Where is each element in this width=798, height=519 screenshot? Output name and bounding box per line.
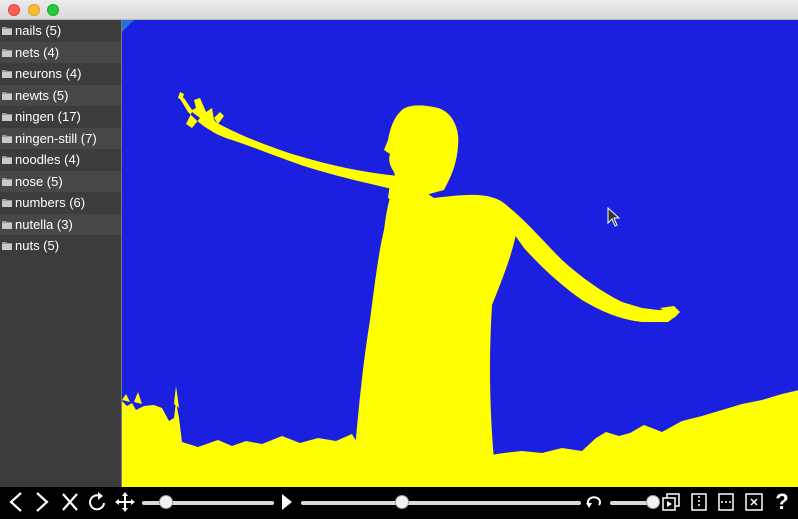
folder-icon	[2, 48, 12, 57]
folder-icon	[2, 134, 12, 143]
sidebar-item-label: nails (5)	[15, 23, 62, 38]
loop-button[interactable]	[584, 490, 604, 514]
folder-icon	[2, 27, 12, 35]
folder-list: nails (5) nets (4) neurons (4) newts (5)…	[0, 20, 121, 487]
previous-button[interactable]	[6, 490, 26, 514]
split-vertical-icon	[691, 493, 707, 511]
sidebar-item-label: nose (5)	[15, 173, 63, 189]
sidebar-item-label: newts (5)	[15, 87, 69, 103]
close-window-button[interactable]	[8, 4, 20, 16]
zoom-slider-knob[interactable]	[158, 495, 173, 509]
sidebar-item-nose[interactable]: nose (5)	[0, 170, 121, 192]
sidebar-item-numbers[interactable]: numbers (6)	[0, 192, 121, 214]
play-button[interactable]	[279, 490, 295, 514]
timeline-slider-knob[interactable]	[394, 495, 409, 509]
slideshow-icon	[662, 493, 680, 511]
slideshow-button[interactable]	[661, 490, 681, 514]
play-icon	[282, 494, 292, 510]
maximize-window-button[interactable]	[47, 4, 59, 16]
sidebar-item-neurons[interactable]: neurons (4)	[0, 63, 121, 85]
move-button[interactable]	[115, 490, 135, 514]
image-viewer[interactable]	[121, 20, 798, 487]
folder-icon	[2, 177, 12, 186]
sidebar-item-nuts[interactable]: nuts (5)	[0, 235, 121, 257]
sidebar-item-nails[interactable]: nails (5)	[0, 20, 121, 42]
split-horizontal-button[interactable]	[717, 490, 735, 514]
move-icon	[115, 492, 135, 512]
sidebar-item-nets[interactable]: nets (4)	[0, 41, 121, 63]
close-split-button[interactable]	[744, 490, 764, 514]
folder-icon	[2, 220, 12, 229]
window-titlebar	[0, 0, 798, 20]
sidebar-item-nutella[interactable]: nutella (3)	[0, 213, 121, 235]
sidebar-item-ningen[interactable]: ningen (17)	[0, 106, 121, 128]
folder-icon	[2, 113, 12, 121]
folder-icon	[2, 70, 12, 78]
rotate-button[interactable]	[87, 490, 109, 514]
sidebar-item-label: neurons (4)	[15, 66, 82, 81]
split-vertical-button[interactable]	[690, 490, 708, 514]
sidebar-item-newts[interactable]: newts (5)	[0, 84, 121, 106]
sidebar-item-label: nuts (5)	[15, 238, 60, 253]
help-button[interactable]: ?	[773, 490, 791, 514]
close-icon	[62, 493, 78, 511]
folder-icon	[2, 242, 12, 250]
mouse-pointer-icon	[607, 207, 621, 227]
sidebar-item-noodles[interactable]: noodles (4)	[0, 149, 121, 171]
folder-icon	[2, 91, 12, 100]
chevron-right-icon	[36, 492, 49, 512]
sidebar-item-label: ningen (17)	[15, 109, 81, 124]
chevron-left-icon	[9, 492, 22, 512]
sidebar-item-ningen-still[interactable]: ningen-still (7)	[0, 127, 121, 149]
sidebar-item-label: numbers (6)	[15, 195, 86, 210]
rotate-icon	[89, 492, 105, 511]
close-split-icon	[745, 493, 763, 511]
close-image-button[interactable]	[60, 490, 80, 514]
folder-icon	[2, 199, 12, 207]
sidebar-item-label: nets (4)	[15, 44, 60, 60]
sidebar-item-label: nutella (3)	[15, 216, 73, 232]
sidebar-item-label: noodles (4)	[15, 152, 81, 167]
folder-icon	[2, 156, 12, 164]
loop-icon	[586, 496, 601, 508]
minimize-window-button[interactable]	[28, 4, 40, 16]
corner-marker	[122, 20, 134, 32]
sidebar-item-label: ningen-still (7)	[15, 130, 97, 146]
timeline-slider-track[interactable]	[301, 501, 581, 505]
segmentation-image	[122, 20, 798, 487]
split-horizontal-icon	[718, 493, 734, 511]
next-button[interactable]	[32, 490, 52, 514]
